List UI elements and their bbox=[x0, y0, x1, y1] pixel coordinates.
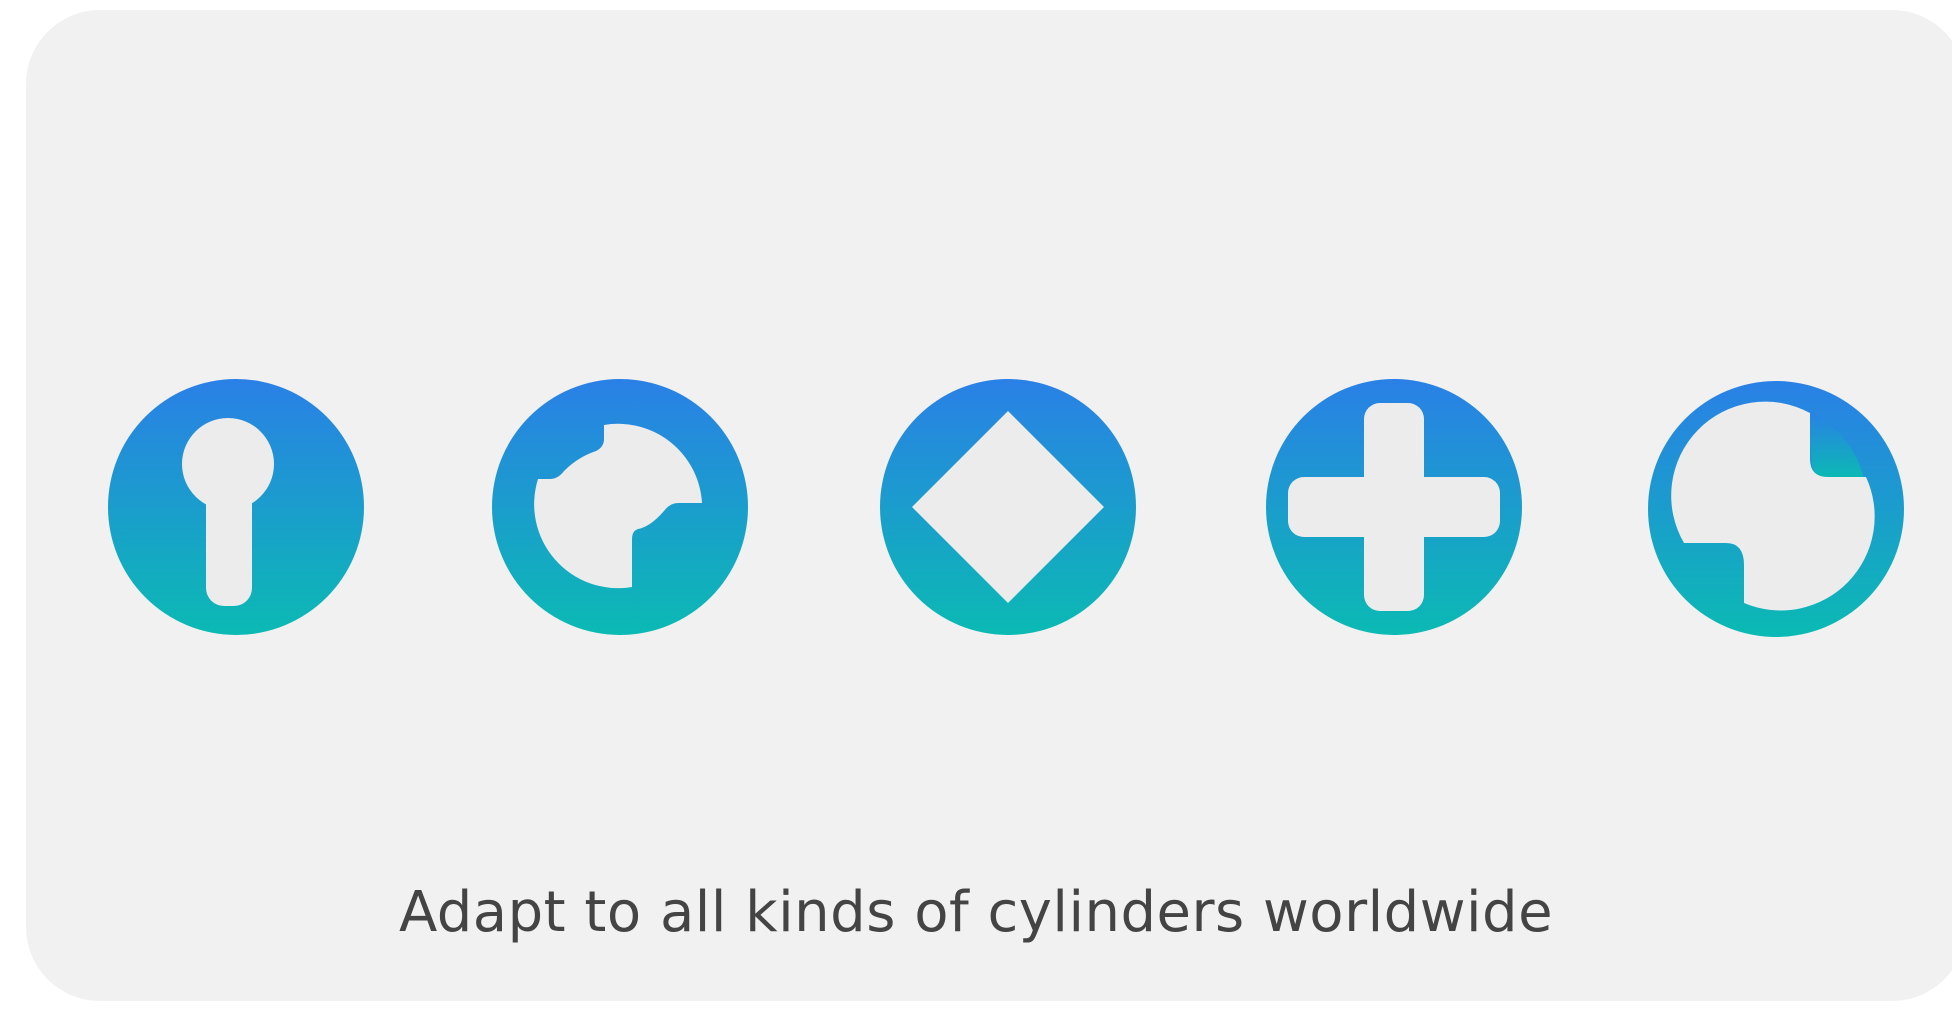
diamond-cylinder-icon bbox=[880, 379, 1136, 635]
caption-text: Adapt to all kinds of cylinders worldwid… bbox=[398, 880, 1554, 945]
cross-cylinder-icon bbox=[1266, 379, 1522, 635]
euro-profile-cylinder-icon bbox=[108, 379, 364, 635]
offset-notched-cylinder-icon bbox=[1648, 381, 1904, 637]
cylinder-icons-row bbox=[0, 0, 1952, 1009]
round-notched-cylinder-icon bbox=[492, 379, 748, 635]
